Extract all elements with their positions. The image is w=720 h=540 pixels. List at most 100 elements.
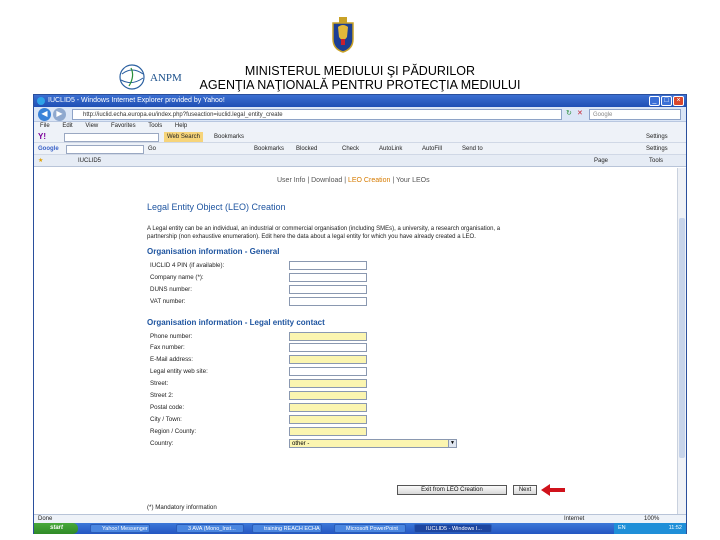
- tab-iuclid[interactable]: IUCLID5: [68, 155, 101, 167]
- taskbar-item-ava[interactable]: 3 AVA (Mono_Inst...: [176, 524, 244, 533]
- general-field-input[interactable]: [289, 261, 367, 270]
- contact-field-input[interactable]: [289, 355, 367, 365]
- section-general-heading: Organisation information - General: [147, 247, 280, 256]
- yahoo-web-search-button[interactable]: Web Search: [164, 132, 203, 142]
- menu-help[interactable]: Help: [175, 123, 187, 129]
- country-row: Country: other - ▼: [147, 438, 547, 450]
- mandatory-note: (*) Mandatory information: [147, 504, 217, 511]
- menu-favorites[interactable]: Favorites: [111, 123, 136, 129]
- contact-field-input[interactable]: [289, 414, 367, 424]
- country-select[interactable]: other - ▼: [289, 438, 457, 448]
- yahoo-toolbar: Y! Web Search Bookmarks Settings: [34, 131, 686, 143]
- web-page: User Info | Download | LEO Creation | Yo…: [34, 168, 677, 514]
- general-field-row: DUNS number:: [147, 284, 547, 296]
- browser-window: IUCLID5 - Windows Internet Explorer prov…: [33, 94, 687, 534]
- contact-field-row: Postal code:: [147, 402, 547, 414]
- google-autolink-button[interactable]: AutoLink: [379, 143, 402, 154]
- slide-header: ANPM MINISTERUL MEDIULUI ŞI PĂDURILOR AG…: [0, 0, 720, 94]
- exit-leo-creation-button[interactable]: Exit from LEO Creation: [397, 485, 507, 495]
- system-tray: EN 11:52: [614, 523, 686, 534]
- maximize-button[interactable]: □: [661, 96, 672, 106]
- contact-field-row: Street 2:: [147, 390, 547, 402]
- contact-fields: Phone number: Fax number: E-Mail address: L…: [147, 331, 547, 438]
- contact-field-label: Legal entity web site:: [150, 368, 208, 376]
- taskbar-item-powerpoint[interactable]: Microsoft PowerPoint: [334, 524, 406, 533]
- taskbar-item-training[interactable]: training REACH ECHA: [252, 524, 322, 533]
- chevron-down-icon[interactable]: ▼: [448, 439, 456, 447]
- back-icon[interactable]: ◀: [38, 108, 51, 121]
- google-blocked-button[interactable]: Blocked: [296, 143, 317, 154]
- general-field-row: Company name (*):: [147, 272, 547, 284]
- nav-download[interactable]: Download: [311, 177, 342, 184]
- contact-field-input[interactable]: [289, 379, 367, 389]
- refresh-icon[interactable]: ↻: [566, 109, 572, 117]
- general-field-row: IUCLID 4 PIN (if available):: [147, 260, 547, 272]
- minimize-button[interactable]: _: [649, 96, 660, 106]
- browser-search-input[interactable]: Google: [589, 109, 681, 120]
- tray-clock: 11:52: [668, 525, 682, 531]
- menu-bar: File Edit View Favorites Tools Help: [34, 122, 686, 131]
- start-button[interactable]: start: [34, 523, 78, 534]
- contact-field-input[interactable]: [289, 331, 367, 341]
- yahoo-logo-icon[interactable]: Y!: [38, 131, 46, 142]
- page-nav: User Info | Download | LEO Creation | Yo…: [277, 177, 430, 184]
- taskbar: start Yahoo! Messenger 3 AVA (Mono_Inst.…: [34, 523, 686, 534]
- url-input[interactable]: http://iuclid.echa.europa.eu/index.php?f…: [72, 109, 562, 120]
- contact-field-input[interactable]: [289, 402, 367, 412]
- general-field-input[interactable]: [289, 272, 367, 282]
- contact-field-label: Region / County:: [150, 427, 197, 435]
- general-field-input[interactable]: [289, 296, 367, 306]
- vertical-scrollbar[interactable]: [677, 168, 686, 514]
- contact-field-label: Fax number:: [150, 344, 185, 352]
- general-field-row: VAT number:: [147, 296, 547, 308]
- page-menu[interactable]: Page: [594, 155, 608, 167]
- contact-field-input[interactable]: [289, 343, 367, 353]
- nav-user-info[interactable]: User Info: [277, 177, 305, 184]
- close-button[interactable]: ×: [673, 96, 684, 106]
- google-search-input[interactable]: [66, 145, 144, 154]
- google-send-button[interactable]: Send to: [462, 143, 483, 154]
- general-field-input[interactable]: [289, 284, 367, 294]
- google-go-button[interactable]: Go: [148, 143, 156, 154]
- status-bar: Done Internet 100%: [34, 514, 686, 523]
- menu-view[interactable]: View: [85, 123, 98, 129]
- contact-field-row: City / Town:: [147, 414, 547, 426]
- nav-leo-creation[interactable]: LEO Creation: [348, 177, 390, 184]
- contact-field-input[interactable]: [289, 426, 367, 436]
- contact-field-input[interactable]: [289, 391, 367, 401]
- google-bookmarks-button[interactable]: Bookmarks: [254, 143, 284, 154]
- contact-field-row: Phone number:: [147, 331, 547, 343]
- scrollbar-thumb[interactable]: [679, 218, 685, 458]
- section-contact-heading: Organisation information - Legal entity …: [147, 317, 325, 327]
- tray-lang[interactable]: EN: [618, 525, 626, 531]
- forward-icon[interactable]: ▶: [53, 108, 66, 121]
- contact-field-label: Street:: [150, 380, 169, 388]
- favorites-star-icon[interactable]: ★: [38, 155, 43, 167]
- intro-text: A Legal entity can be an individual, an …: [147, 226, 501, 240]
- ministry-title: MINISTERUL MEDIULUI ŞI PĂDURILOR AGENŢIA…: [0, 64, 720, 92]
- contact-field-row: Fax number:: [147, 342, 547, 354]
- contact-field-input[interactable]: [289, 367, 367, 377]
- google-settings-button[interactable]: Settings: [646, 143, 668, 154]
- taskbar-item-iuclid[interactable]: IUCLID5 - Windows I...: [414, 524, 492, 533]
- yahoo-settings-button[interactable]: Settings: [646, 131, 668, 142]
- leo-form: Legal Entity Object (LEO) Creation A Leg…: [147, 202, 547, 449]
- tools-menu[interactable]: Tools: [649, 155, 663, 167]
- window-controls: _ □ ×: [649, 96, 684, 106]
- stop-icon[interactable]: ✕: [577, 109, 583, 117]
- nav-your-leos[interactable]: Your LEOs: [396, 177, 430, 184]
- window-titlebar: IUCLID5 - Windows Internet Explorer prov…: [34, 95, 686, 107]
- next-button[interactable]: Next: [513, 485, 537, 495]
- taskbar-item-messenger[interactable]: Yahoo! Messenger: [90, 524, 150, 533]
- contact-field-label: Postal code:: [150, 403, 185, 411]
- yahoo-bookmarks-button[interactable]: Bookmarks: [214, 131, 244, 142]
- contact-field-row: Street:: [147, 378, 547, 390]
- contact-field-label: City / Town:: [150, 415, 182, 423]
- menu-file[interactable]: File: [40, 123, 50, 129]
- google-autofill-button[interactable]: AutoFill: [422, 143, 442, 154]
- menu-tools[interactable]: Tools: [148, 123, 162, 129]
- menu-edit[interactable]: Edit: [62, 123, 72, 129]
- google-check-button[interactable]: Check: [342, 143, 359, 154]
- ie-icon: [37, 97, 45, 105]
- yahoo-search-input[interactable]: [64, 133, 159, 142]
